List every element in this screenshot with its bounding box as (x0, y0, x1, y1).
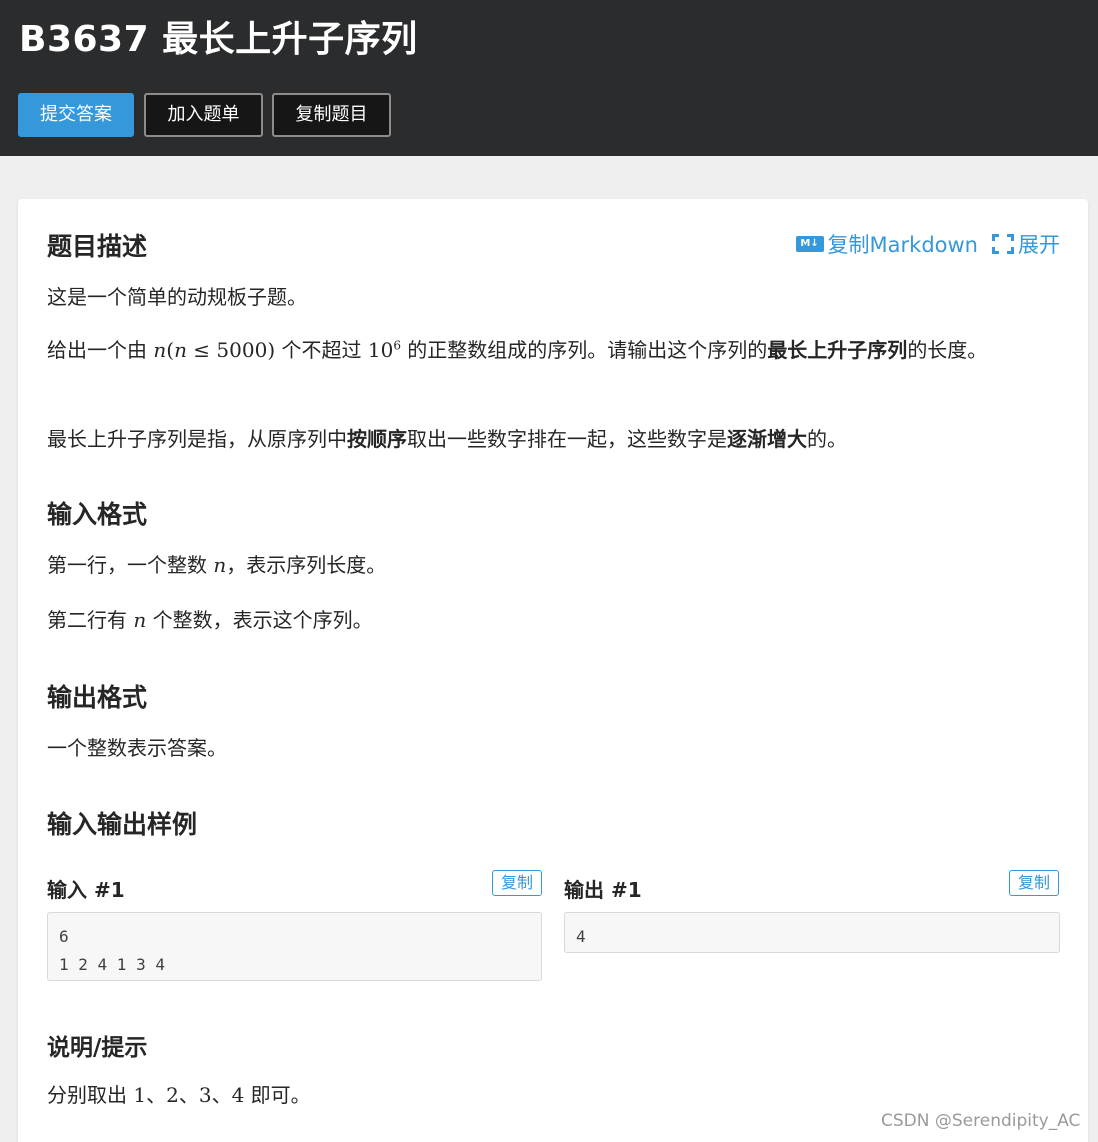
expand-button[interactable]: 展开 (992, 229, 1060, 259)
samples-heading: 输入输出样例 (47, 810, 198, 839)
submit-answer-button[interactable]: 提交答案 (18, 93, 134, 137)
description-heading: 题目描述 (47, 232, 148, 261)
sample-output-box[interactable]: 4 (564, 912, 1060, 953)
copy-input-button[interactable]: 复制 (492, 870, 542, 896)
markdown-icon: M↓ (795, 236, 824, 252)
expand-label: 展开 (1018, 233, 1060, 257)
card-toolbar: M↓ 复制Markdown 展开 (795, 229, 1060, 259)
input-format-paragraph-2: 第二行有 n 个整数，表示这个序列。 (47, 608, 373, 632)
problem-header: B3637 最长上升子序列 提交答案 加入题单 复制题目 (0, 0, 1098, 156)
input-format-heading: 输入格式 (47, 500, 148, 529)
description-paragraph-2: 给出一个由 n(n ≤ 5000) 个不超过 106 的正整数组成的序列。请输出… (47, 338, 988, 362)
problem-card: M↓ 复制Markdown 展开 题目描述 这是一个简单的动规板子题。 给出一个… (18, 199, 1088, 1142)
sample-input-label: 输入 #1 (47, 878, 125, 902)
copy-output-button[interactable]: 复制 (1009, 870, 1059, 896)
sample-input-box[interactable]: 6 1 2 4 1 3 4 (47, 912, 542, 981)
description-paragraph-1: 这是一个简单的动规板子题。 (47, 285, 307, 309)
input-format-paragraph-1: 第一行，一个整数 n，表示序列长度。 (47, 553, 387, 577)
copy-problem-button[interactable]: 复制题目 (272, 93, 391, 137)
watermark-text: CSDN @Serendipity_AC (881, 1111, 1081, 1131)
description-paragraph-3: 最长上升子序列是指，从原序列中按顺序取出一些数字排在一起，这些数字是逐渐增大的。 (47, 427, 847, 451)
expand-icon (992, 234, 1014, 254)
output-format-paragraph: 一个整数表示答案。 (47, 736, 227, 760)
add-to-list-button[interactable]: 加入题单 (144, 93, 263, 137)
hint-heading: 说明/提示 (47, 1035, 148, 1061)
copy-markdown-button[interactable]: M↓ 复制Markdown (795, 229, 978, 259)
hint-paragraph: 分别取出 1、2、3、4 即可。 (47, 1083, 311, 1107)
output-format-heading: 输出格式 (47, 683, 148, 712)
sample-output-label: 输出 #1 (564, 878, 642, 902)
page-title: B3637 最长上升子序列 (19, 19, 418, 60)
copy-markdown-label: 复制Markdown (827, 233, 978, 257)
